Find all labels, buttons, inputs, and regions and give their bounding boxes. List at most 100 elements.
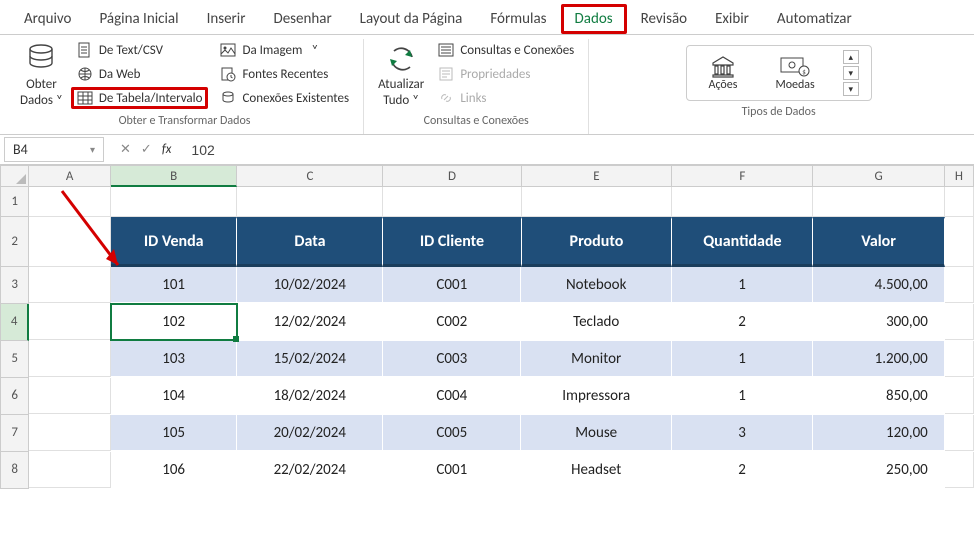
table-cell[interactable]: 2: [672, 304, 813, 340]
col-header-D[interactable]: D: [383, 165, 521, 187]
table-cell[interactable]: 4.500,00: [813, 267, 945, 303]
menubar: Arquivo Página Inicial Inserir Desenhar …: [0, 0, 974, 35]
table-cell[interactable]: 10/02/2024: [237, 267, 383, 303]
propriedades-button: Propriedades: [432, 63, 580, 85]
formula-input[interactable]: [183, 138, 974, 162]
table-cell[interactable]: 101: [111, 267, 237, 303]
row-header-1[interactable]: 1: [0, 187, 29, 217]
row-header-4[interactable]: 4: [0, 304, 29, 341]
spreadsheet-grid[interactable]: A B C D E F G H 1 2 ID Venda Data ID Cli…: [0, 165, 974, 489]
col-header-C[interactable]: C: [237, 165, 383, 187]
table-cell[interactable]: 12/02/2024: [237, 304, 383, 340]
th-valor[interactable]: Valor: [813, 217, 944, 267]
menu-automatizar[interactable]: Automatizar: [763, 4, 866, 34]
conexoes-existentes-button[interactable]: Conexões Existentes: [214, 87, 355, 109]
recent-icon: [220, 66, 236, 82]
table-cell[interactable]: C004: [383, 378, 521, 414]
table-cell[interactable]: 2: [672, 452, 813, 488]
th-quantidade[interactable]: Quantidade: [672, 217, 813, 267]
table-cell[interactable]: C001: [383, 452, 521, 488]
table-cell[interactable]: Impressora: [521, 378, 672, 414]
row-header-5[interactable]: 5: [0, 341, 29, 378]
table-cell[interactable]: 1.200,00: [813, 341, 945, 377]
table-cell[interactable]: 20/02/2024: [237, 415, 383, 451]
obter-dados-button[interactable]: ObterDados ˅: [14, 39, 69, 110]
table-cell[interactable]: 1: [672, 267, 813, 303]
table-cell[interactable]: C005: [383, 415, 521, 451]
database-icon: [24, 41, 58, 75]
table-cell[interactable]: 3: [672, 415, 813, 451]
group-label-tipos: Tipos de Dados: [742, 101, 816, 125]
dt-up-button[interactable]: ▴: [843, 50, 859, 64]
col-header-B[interactable]: B: [111, 165, 237, 187]
ribbon-group-obter: ObterDados ˅ De Text/CSV Da Web De Tabel…: [6, 39, 364, 134]
col-header-E[interactable]: E: [522, 165, 673, 187]
table-cell[interactable]: 22/02/2024: [237, 452, 383, 488]
col-header-G[interactable]: G: [813, 165, 944, 187]
table-cell[interactable]: 18/02/2024: [237, 378, 383, 414]
menu-inserir[interactable]: Inserir: [193, 4, 260, 34]
table-cell[interactable]: 1: [672, 378, 813, 414]
select-all-corner[interactable]: [0, 165, 29, 187]
th-id-cliente[interactable]: ID Cliente: [383, 217, 521, 267]
moedas-button[interactable]: $ Moedas: [761, 50, 828, 96]
menu-pagina-inicial[interactable]: Página Inicial: [85, 4, 192, 34]
table-cell[interactable]: 850,00: [813, 378, 945, 414]
table-cell[interactable]: 104: [111, 378, 237, 414]
atualizar-tudo-button[interactable]: AtualizarTudo ˅: [372, 39, 430, 110]
table-cell[interactable]: Notebook: [521, 267, 672, 303]
fx-icon[interactable]: fx: [162, 142, 172, 157]
menu-desenhar[interactable]: Desenhar: [259, 4, 345, 34]
table-cell[interactable]: 105: [111, 415, 237, 451]
menu-exibir[interactable]: Exibir: [701, 4, 763, 34]
table-cell[interactable]: Monitor: [521, 341, 672, 377]
fb-confirm-button[interactable]: ✓: [141, 142, 152, 157]
table-cell[interactable]: Teclado: [521, 304, 672, 340]
row-header-3[interactable]: 3: [0, 267, 29, 304]
menu-layout[interactable]: Layout da Página: [346, 4, 477, 34]
dt-down-button[interactable]: ▾: [843, 66, 859, 80]
table-cell[interactable]: C001: [383, 267, 521, 303]
th-id-venda[interactable]: ID Venda: [111, 217, 237, 267]
ribbon: ObterDados ˅ De Text/CSV Da Web De Tabel…: [0, 35, 974, 135]
col-header-F[interactable]: F: [672, 165, 813, 187]
row-header-8[interactable]: 8: [0, 452, 29, 489]
menu-formulas[interactable]: Fórmulas: [476, 4, 560, 34]
row-header-7[interactable]: 7: [0, 415, 29, 452]
table-cell[interactable]: C002: [383, 304, 521, 340]
table-cell[interactable]: 15/02/2024: [237, 341, 383, 377]
dt-more-button[interactable]: ▾: [843, 82, 859, 96]
table-cell[interactable]: C003: [383, 341, 521, 377]
list-icon: [438, 42, 454, 58]
menu-revisao[interactable]: Revisão: [627, 4, 701, 34]
group-label-consultas: Consultas e Conexões: [424, 110, 529, 134]
consultas-conexoes-button[interactable]: Consultas e Conexões: [432, 39, 580, 61]
table-cell[interactable]: Headset: [521, 452, 672, 488]
da-web-button[interactable]: Da Web: [71, 63, 209, 85]
acoes-button[interactable]: Ações: [695, 50, 752, 96]
table-cell[interactable]: 106: [111, 452, 237, 488]
fb-cancel-button[interactable]: ✕: [120, 142, 131, 157]
table-cell[interactable]: 102: [111, 304, 237, 340]
table-cell[interactable]: 300,00: [813, 304, 945, 340]
row-header-2[interactable]: 2: [0, 217, 29, 267]
th-data[interactable]: Data: [237, 217, 383, 267]
menu-arquivo[interactable]: Arquivo: [10, 4, 85, 34]
th-produto[interactable]: Produto: [522, 217, 673, 267]
de-tabela-intervalo-button[interactable]: De Tabela/Intervalo: [71, 87, 209, 109]
name-box[interactable]: B4▾: [4, 137, 104, 162]
row-header-6[interactable]: 6: [0, 378, 29, 415]
fontes-recentes-button[interactable]: Fontes Recentes: [214, 63, 355, 85]
col-header-A[interactable]: A: [29, 165, 111, 187]
table-cell[interactable]: Mouse: [521, 415, 672, 451]
col-header-H[interactable]: H: [945, 165, 974, 187]
menu-dados[interactable]: Dados: [561, 4, 627, 34]
table-cell[interactable]: 250,00: [813, 452, 945, 488]
table-cell[interactable]: 120,00: [813, 415, 945, 451]
table-cell[interactable]: 1: [672, 341, 813, 377]
ribbon-group-tipos: Ações $ Moedas ▴ ▾ ▾ Tipos de Dados: [589, 39, 968, 134]
data-types-gallery[interactable]: Ações $ Moedas ▴ ▾ ▾: [686, 45, 872, 101]
da-imagem-button[interactable]: Da Imagem˅: [214, 39, 355, 61]
table-cell[interactable]: 103: [111, 341, 237, 377]
de-text-csv-button[interactable]: De Text/CSV: [71, 39, 209, 61]
